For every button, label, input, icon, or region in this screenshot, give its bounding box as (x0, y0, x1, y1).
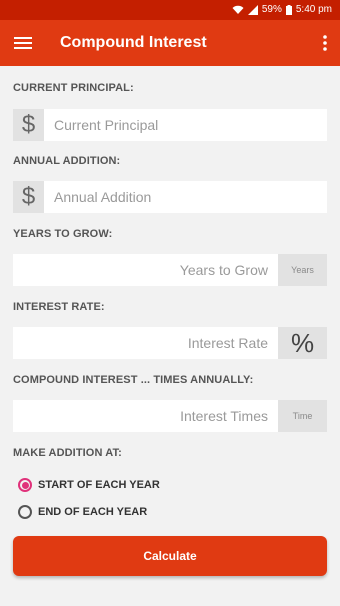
principal-field-row: $ (13, 109, 327, 141)
radio-end-label: END OF EACH YEAR (38, 506, 148, 518)
menu-icon[interactable] (14, 34, 32, 52)
principal-input[interactable] (44, 109, 327, 141)
principal-label: CURRENT PRINCIPAL: (13, 82, 134, 94)
years-input[interactable] (13, 254, 278, 286)
years-field-row: Years (13, 254, 327, 286)
battery-icon (285, 4, 292, 15)
percent-icon: % (278, 327, 327, 359)
years-label: YEARS TO GROW: (13, 228, 113, 240)
radio-start-label: START OF EACH YEAR (38, 479, 160, 491)
times-label: COMPOUND INTEREST ... TIMES ANNUALLY: (13, 374, 254, 386)
interest-rate-input[interactable] (13, 327, 278, 359)
signal-icon (247, 4, 258, 15)
dollar-icon: $ (13, 181, 44, 213)
more-options-icon[interactable] (322, 34, 328, 52)
app-bar: Compound Interest (0, 20, 340, 66)
status-bar: 59% 5:40 pm (0, 0, 340, 20)
battery-percent: 59% (261, 4, 282, 15)
radio-start-of-year[interactable]: START OF EACH YEAR (18, 478, 160, 492)
dollar-icon: $ (13, 109, 44, 141)
addition-timing-label: MAKE ADDITION AT: (13, 447, 122, 459)
radio-unchecked-icon[interactable] (18, 505, 32, 519)
clock: 5:40 pm (295, 4, 332, 15)
radio-checked-icon[interactable] (18, 478, 32, 492)
addition-field-row: $ (13, 181, 327, 213)
rate-label: INTEREST RATE: (13, 301, 105, 313)
interest-times-input[interactable] (13, 400, 278, 432)
wifi-icon (232, 5, 244, 14)
times-field-row: Time (13, 400, 327, 432)
radio-end-of-year[interactable]: END OF EACH YEAR (18, 505, 147, 519)
rate-field-row: % (13, 327, 327, 359)
calculate-button[interactable]: Calculate (13, 536, 327, 576)
annual-addition-input[interactable] (44, 181, 327, 213)
years-unit: Years (278, 254, 327, 286)
addition-label: ANNUAL ADDITION: (13, 155, 121, 167)
times-unit: Time (278, 400, 327, 432)
app-title: Compound Interest (60, 34, 207, 51)
